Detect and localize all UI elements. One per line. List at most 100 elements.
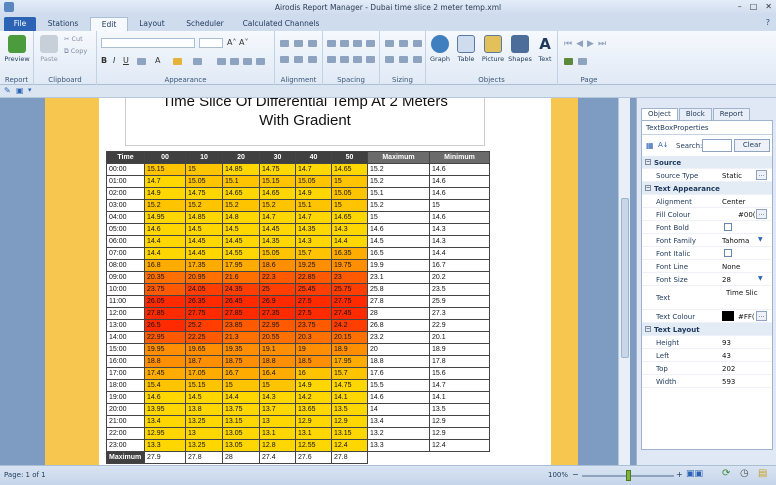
prop-font-size[interactable]: Font Size 28 ▼ <box>642 273 772 286</box>
hspace-equal-icon[interactable] <box>327 40 336 47</box>
prop-font-line[interactable]: Font Line None <box>642 260 772 273</box>
prop-font-family[interactable]: Font Family Tahoma ▼ <box>642 234 772 247</box>
picture-button[interactable]: Picture <box>480 35 506 63</box>
toolbar-menu-icon[interactable]: ▾ <box>28 86 32 94</box>
same-width-icon[interactable] <box>385 40 394 47</box>
text-colour-browse-button[interactable]: … <box>756 311 767 321</box>
align-left-icon[interactable] <box>217 58 226 65</box>
paste-button[interactable]: Paste <box>38 35 60 63</box>
clock-icon[interactable]: ◷ <box>740 468 749 479</box>
clear-button[interactable]: Clear <box>734 139 770 152</box>
italic-button[interactable]: I <box>113 56 115 65</box>
page-nav-icons[interactable]: ⏮◀▶⏭ <box>564 39 610 49</box>
size-height-icon[interactable] <box>413 56 422 63</box>
align-lefts-icon[interactable] <box>280 56 289 63</box>
prop-height[interactable]: Height 93 <box>642 336 772 349</box>
vspace-remove-icon[interactable] <box>366 56 375 63</box>
help-icon[interactable]: ? <box>766 18 770 27</box>
prop-text[interactable]: Text Time Slic <box>642 286 772 310</box>
wand-icon[interactable]: ✎ <box>4 86 11 95</box>
hspace-remove-icon[interactable] <box>366 40 375 47</box>
scroll-thumb[interactable] <box>621 198 629 358</box>
grow-font-icon[interactable]: A˄ A˅ <box>227 38 249 47</box>
save-icon[interactable]: ▣ <box>16 86 24 95</box>
tab-layout[interactable]: Layout <box>134 17 170 31</box>
shapes-button[interactable]: Shapes <box>508 35 532 63</box>
size-to-grid-icon[interactable] <box>385 56 394 63</box>
prop-font-italic[interactable]: Font Italic <box>642 247 772 260</box>
text-button[interactable]: A Text <box>534 35 556 63</box>
categorized-icon[interactable]: ▦ <box>646 141 654 150</box>
tab-edit[interactable]: Edit <box>90 17 128 31</box>
tab-report[interactable]: Report <box>712 108 750 120</box>
add-page-icon[interactable] <box>564 58 573 65</box>
hspace-decrease-icon[interactable] <box>353 40 362 47</box>
cut-button[interactable]: ✂ Cut <box>64 35 83 43</box>
size-width-icon[interactable] <box>399 56 408 63</box>
fill-colour-browse-button[interactable]: … <box>756 209 767 219</box>
align-rights-icon[interactable] <box>308 56 317 63</box>
copy-button[interactable]: ⧉ Copy <box>64 47 87 56</box>
prop-top[interactable]: Top 202 <box>642 362 772 375</box>
table-button[interactable]: Table <box>454 35 478 63</box>
tab-calculated-channels[interactable]: Calculated Channels <box>240 17 322 31</box>
chevron-down-icon[interactable]: ▼ <box>758 275 763 282</box>
align-middle-icon[interactable] <box>294 40 303 47</box>
close-icon[interactable]: ✕ <box>765 2 772 11</box>
bold-button[interactable]: B <box>101 56 107 65</box>
remove-page-icon[interactable] <box>578 58 587 65</box>
tab-scheduler[interactable]: Scheduler <box>182 17 228 31</box>
report-title-textbox[interactable]: Time Slice Of Differential Temp At 2 Met… <box>125 98 485 146</box>
data-table[interactable]: Time 00 10 20 30 40 50 Maximum Minimum 00:00 15.1… <box>106 151 490 464</box>
align-right-icon[interactable] <box>243 58 252 65</box>
font-size-combo[interactable] <box>199 38 223 48</box>
graph-button[interactable]: Graph <box>428 35 452 63</box>
vspace-increase-icon[interactable] <box>340 56 349 63</box>
pen-icon[interactable] <box>193 58 202 65</box>
align-bottom-icon[interactable] <box>308 40 317 47</box>
fill-color-icon[interactable] <box>173 58 182 65</box>
section-text-layout[interactable]: − Text Layout <box>642 323 772 336</box>
hspace-increase-icon[interactable] <box>340 40 349 47</box>
database-icon[interactable]: ▤ <box>758 468 767 479</box>
refresh-icon[interactable]: ⟳ <box>722 468 730 479</box>
align-top-icon[interactable] <box>280 40 289 47</box>
underline-button[interactable]: U <box>123 56 129 65</box>
align-center-icon[interactable] <box>230 58 239 65</box>
tab-stations[interactable]: Stations <box>44 17 82 31</box>
vspace-equal-icon[interactable] <box>327 56 336 63</box>
prop-left[interactable]: Left 43 <box>642 349 772 362</box>
preview-button[interactable]: Preview <box>4 35 30 63</box>
same-height-icon[interactable] <box>399 40 408 47</box>
font-color-icon[interactable]: A <box>155 56 160 65</box>
tab-block[interactable]: Block <box>678 108 712 120</box>
prop-font-bold[interactable]: Font Bold <box>642 221 772 234</box>
prop-width[interactable]: Width 593 <box>642 375 772 388</box>
tab-object[interactable]: Object <box>641 108 678 120</box>
same-size-icon[interactable] <box>413 40 422 47</box>
source-type-browse-button[interactable]: … <box>756 170 767 180</box>
property-search-input[interactable] <box>702 139 732 152</box>
sort-alpha-icon[interactable]: A↓ <box>658 141 669 149</box>
prop-text-colour[interactable]: Text Colour #FF(… <box>642 310 772 323</box>
align-centers-icon[interactable] <box>294 56 303 63</box>
prop-alignment[interactable]: Alignment Center <box>642 195 772 208</box>
chevron-down-icon[interactable]: ▼ <box>758 236 763 243</box>
zoom-slider-thumb[interactable] <box>626 470 631 481</box>
prop-fill-colour[interactable]: Fill Colour #00(… <box>642 208 772 221</box>
tab-file[interactable]: File <box>4 17 36 31</box>
section-source[interactable]: − Source <box>642 156 772 169</box>
font-italic-checkbox[interactable] <box>724 249 732 257</box>
justify-icon[interactable] <box>256 58 265 65</box>
view-mode-icons[interactable]: ▣▣ <box>686 469 703 479</box>
line-style-icon[interactable] <box>137 58 146 65</box>
maximize-icon[interactable]: □ <box>750 2 758 11</box>
vspace-decrease-icon[interactable] <box>353 56 362 63</box>
zoom-in-icon[interactable]: + <box>676 470 683 479</box>
vertical-scrollbar[interactable] <box>618 98 630 465</box>
section-text-appearance[interactable]: − Text Appearance <box>642 182 772 195</box>
zoom-out-icon[interactable]: − <box>572 470 579 479</box>
minimize-icon[interactable]: – <box>738 2 742 11</box>
font-bold-checkbox[interactable] <box>724 223 732 231</box>
prop-source-type[interactable]: Source Type Static… <box>642 169 772 182</box>
